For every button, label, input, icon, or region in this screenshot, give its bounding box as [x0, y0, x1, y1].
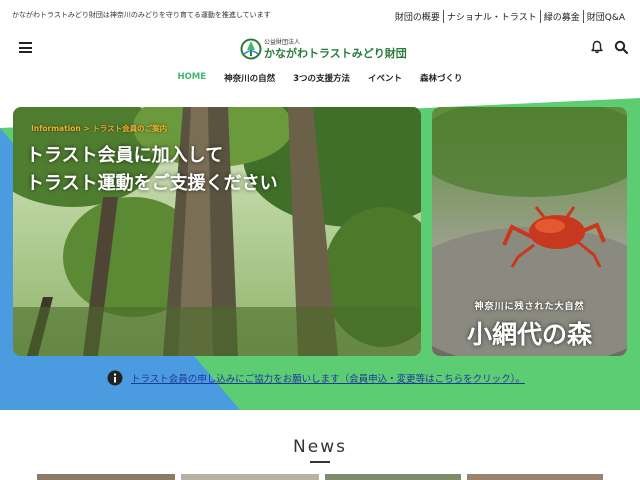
banner-headline-2: トラスト運動をご支援ください — [26, 173, 278, 194]
news-thumbnail[interactable] — [37, 474, 175, 480]
side-banner-subtitle: 神奈川に残された大自然 — [474, 302, 585, 312]
site-logo[interactable]: 公益財団法人 かながわトラストみどり財団 — [240, 36, 407, 64]
nav-home[interactable]: HOME — [177, 72, 206, 92]
side-banner-title: 小網代の森 — [466, 320, 592, 349]
utility-links: 財団の概要 ナショナル・トラスト 緑の募金 財団Q&A — [392, 10, 628, 23]
news-heading: News — [293, 437, 347, 457]
link-about[interactable]: 財団の概要 — [392, 10, 443, 23]
news-thumbnails — [37, 474, 603, 480]
news-thumbnail[interactable] — [325, 474, 461, 480]
tree-logo-icon — [240, 38, 262, 60]
hero-section: Information > トラスト会員のご案内 トラスト会員に加入して トラス… — [0, 98, 640, 410]
site-tagline: かながわトラストみどり財団は神奈川のみどりを守り育てる運動を推進しています — [12, 11, 271, 19]
menu-icon[interactable] — [19, 42, 32, 53]
news-thumbnail[interactable] — [181, 474, 319, 480]
banner-headline-1: トラスト会員に加入して — [26, 145, 224, 166]
site-header: 公益財団法人 かながわトラストみどり財団 — [0, 30, 640, 68]
notice-link[interactable]: トラスト会員の申し込みにご協力をお願いします（会員申込・変更等はこちらをクリック… — [131, 371, 525, 385]
link-national-trust[interactable]: ナショナル・トラスト — [442, 10, 540, 23]
trust-member-banner[interactable]: Information > トラスト会員のご案内 トラスト会員に加入して トラス… — [13, 107, 421, 356]
member-notice[interactable]: トラスト会員の申し込みにご協力をお願いします（会員申込・変更等はこちらをクリック… — [107, 368, 525, 388]
bell-icon[interactable] — [590, 40, 604, 54]
link-green-fund[interactable]: 緑の募金 — [539, 10, 583, 23]
koajiro-forest-banner[interactable]: 神奈川に残された大自然 小網代の森 — [432, 107, 627, 356]
news-heading-underline — [310, 461, 330, 463]
main-nav: HOME 神奈川の自然 3つの支援方法 イベント 森林づくり — [0, 72, 640, 92]
nav-forest[interactable]: 森林づくり — [420, 72, 463, 92]
link-faq[interactable]: 財団Q&A — [582, 10, 628, 23]
top-bar: かながわトラストみどり財団は神奈川のみどりを守り育てる運動を推進しています 財団… — [0, 0, 640, 30]
nav-events[interactable]: イベント — [368, 72, 402, 92]
info-icon — [107, 370, 123, 386]
banner-breadcrumb: Information > トラスト会員のご案内 — [31, 124, 168, 133]
search-icon[interactable] — [614, 40, 628, 54]
nav-support-methods[interactable]: 3つの支援方法 — [293, 72, 350, 92]
logo-title: かながわトラストみどり財団 — [264, 47, 407, 60]
news-thumbnail[interactable] — [467, 474, 603, 480]
nav-nature[interactable]: 神奈川の自然 — [224, 72, 275, 92]
